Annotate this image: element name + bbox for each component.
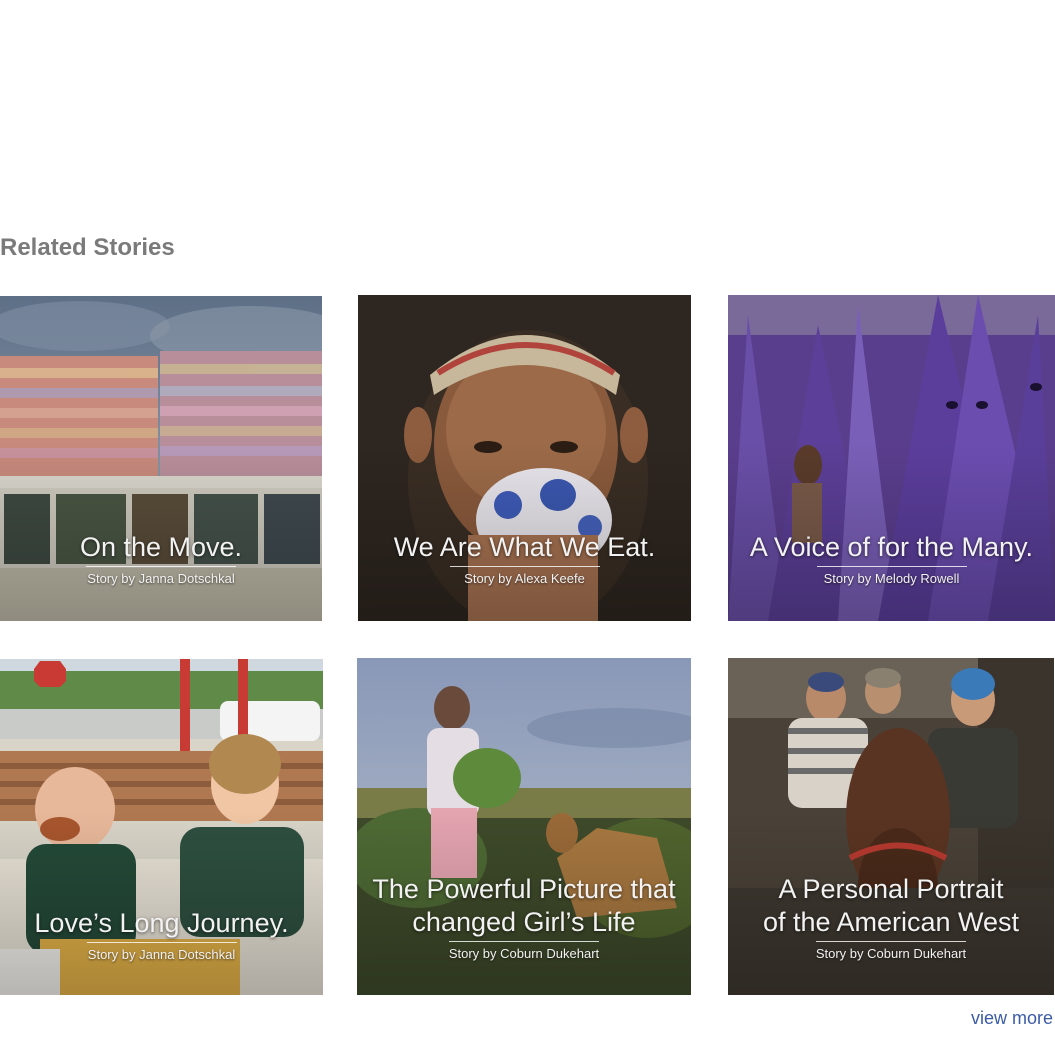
story-title[interactable]: Love’s Long Journey. [0, 907, 323, 940]
section-title: Related Stories [0, 234, 175, 261]
caption-divider [816, 566, 967, 567]
caption-divider [449, 566, 600, 567]
story-title[interactable]: A Personal Portrait of the American West [728, 873, 1054, 939]
view-more-link[interactable]: view more [971, 1008, 1053, 1029]
story-caption: The Powerful Picture that changed Girl’s… [357, 873, 691, 961]
story-byline: Story by Janna Dotschkal [87, 571, 235, 586]
caption-divider [449, 941, 599, 942]
story-card-a-voice-for-the-many[interactable]: A Voice of for the Many. Story by Melody… [728, 295, 1055, 621]
story-byline: Story by Alexa Keefe [464, 571, 585, 586]
story-caption: Love’s Long Journey. Story by Janna Dots… [0, 907, 323, 962]
caption-divider [86, 566, 236, 567]
story-card-we-are-what-we-eat[interactable]: We Are What We Eat. Story by Alexa Keefe [358, 295, 691, 621]
story-caption: A Personal Portrait of the American West… [728, 873, 1054, 961]
story-title[interactable]: On the Move. [0, 531, 322, 564]
story-title[interactable]: The Powerful Picture that changed Girl’s… [357, 873, 691, 939]
caption-divider [86, 942, 237, 943]
story-card-powerful-picture[interactable]: The Powerful Picture that changed Girl’s… [357, 658, 691, 995]
story-byline: Story by Melody Rowell [823, 571, 960, 586]
story-byline: Story by Janna Dotschkal [87, 947, 236, 962]
story-card-on-the-move[interactable]: On the Move. Story by Janna Dotschkal [0, 296, 322, 621]
story-caption: A Voice of for the Many. Story by Melody… [728, 531, 1055, 586]
story-title[interactable]: We Are What We Eat. [358, 531, 691, 564]
story-card-personal-portrait[interactable]: A Personal Portrait of the American West… [728, 658, 1054, 995]
story-title[interactable]: A Voice of for the Many. [728, 531, 1055, 564]
story-caption: On the Move. Story by Janna Dotschkal [0, 531, 322, 586]
story-caption: We Are What We Eat. Story by Alexa Keefe [358, 531, 691, 586]
story-byline: Story by Coburn Dukehart [815, 946, 967, 961]
story-card-loves-long-journey[interactable]: Love’s Long Journey. Story by Janna Dots… [0, 659, 323, 995]
caption-divider [816, 941, 966, 942]
story-byline: Story by Coburn Dukehart [448, 946, 600, 961]
